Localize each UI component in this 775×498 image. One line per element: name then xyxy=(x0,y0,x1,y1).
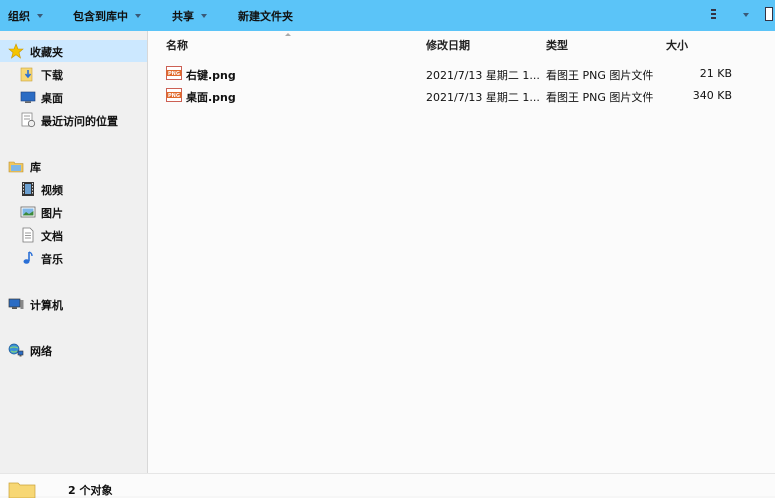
nav-item-documents[interactable]: 文档 xyxy=(0,224,147,246)
file-date: 2021/7/13 星期二 1... xyxy=(426,69,540,82)
file-name: 右键.png xyxy=(186,69,236,82)
sort-ascending-icon xyxy=(285,33,291,36)
new-folder-button[interactable]: 新建文件夹 xyxy=(238,0,293,31)
png-file-icon: PNG xyxy=(166,66,182,80)
chevron-down-icon xyxy=(201,13,207,18)
network-icon xyxy=(8,343,24,357)
svg-text:PNG: PNG xyxy=(168,71,180,77)
file-date: 2021/7/13 星期二 1... xyxy=(426,91,540,104)
include-in-library-label: 包含到库中 xyxy=(73,9,128,23)
folder-icon xyxy=(8,482,36,498)
new-folder-label: 新建文件夹 xyxy=(238,9,293,23)
videos-icon xyxy=(22,182,34,196)
nav-item-pictures[interactable]: 图片 xyxy=(0,201,147,223)
column-header-size[interactable]: 大小 xyxy=(666,37,688,53)
nav-item-recent-places[interactable]: 最近访问的位置 xyxy=(0,109,147,131)
preview-pane-icon[interactable] xyxy=(765,7,773,21)
music-note-icon xyxy=(23,251,33,264)
file-size: 340 KB xyxy=(692,89,732,102)
documents-icon xyxy=(22,227,34,243)
nav-label-music: 音乐 xyxy=(41,253,63,266)
share-button[interactable]: 共享 xyxy=(172,0,207,31)
view-options-chevron-icon[interactable] xyxy=(743,13,749,17)
nav-label-videos: 视频 xyxy=(41,184,63,197)
column-header-date-modified[interactable]: 修改日期 xyxy=(426,37,470,53)
item-count: 2 个对象 xyxy=(68,484,113,497)
png-file-icon: PNG xyxy=(166,88,182,102)
recent-places-icon xyxy=(21,112,36,128)
share-label: 共享 xyxy=(172,9,194,23)
file-size: 21 KB xyxy=(699,67,732,80)
nav-label-recent-places: 最近访问的位置 xyxy=(41,115,118,128)
file-name: 桌面.png xyxy=(186,91,236,104)
nav-label-network: 网络 xyxy=(30,345,52,358)
view-details-icon[interactable] xyxy=(711,9,725,20)
nav-label-libraries: 库 xyxy=(30,161,41,174)
pictures-icon xyxy=(20,206,36,218)
column-header-type[interactable]: 类型 xyxy=(546,37,568,53)
nav-item-favorites[interactable]: 收藏夹 xyxy=(0,40,147,62)
file-row[interactable]: PNG 右键.png 2021/7/13 星期二 1... 看图王 PNG 图片… xyxy=(148,62,775,84)
organize-label: 组织 xyxy=(8,9,30,23)
downloads-folder-icon xyxy=(20,67,33,82)
desktop-icon xyxy=(20,91,36,103)
nav-item-desktop[interactable]: 桌面 xyxy=(0,86,147,108)
file-list: 名称 修改日期 类型 大小 PNG 右键.png 2021/7/13 星期二 1… xyxy=(148,31,775,473)
computer-icon xyxy=(8,298,24,309)
command-bar: 组织 包含到库中 共享 新建文件夹 xyxy=(0,0,775,31)
file-type: 看图王 PNG 图片文件 xyxy=(546,69,654,82)
nav-item-libraries[interactable]: 库 xyxy=(0,155,147,177)
nav-label-downloads: 下载 xyxy=(41,69,63,82)
chevron-down-icon xyxy=(135,13,141,18)
file-type: 看图王 PNG 图片文件 xyxy=(546,91,654,104)
column-header-name[interactable]: 名称 xyxy=(166,37,188,53)
nav-label-documents: 文档 xyxy=(41,230,63,243)
star-icon xyxy=(8,43,24,59)
chevron-down-icon xyxy=(37,13,43,18)
libraries-icon xyxy=(8,161,24,173)
organize-button[interactable]: 组织 xyxy=(8,0,43,31)
svg-text:PNG: PNG xyxy=(168,93,180,99)
nav-item-downloads[interactable]: 下载 xyxy=(0,63,147,85)
nav-item-computer[interactable]: 计算机 xyxy=(0,293,147,315)
nav-item-network[interactable]: 网络 xyxy=(0,339,147,361)
include-in-library-button[interactable]: 包含到库中 xyxy=(73,0,141,31)
nav-item-videos[interactable]: 视频 xyxy=(0,178,147,200)
nav-label-favorites: 收藏夹 xyxy=(30,46,63,59)
nav-item-music[interactable]: 音乐 xyxy=(0,247,147,269)
nav-label-desktop: 桌面 xyxy=(41,92,63,105)
navigation-pane: 收藏夹 下载 桌面 最近访问的位置 库 视频 图片 文档 音乐 计算机 网络 xyxy=(0,31,148,473)
file-row[interactable]: PNG 桌面.png 2021/7/13 星期二 1... 看图王 PNG 图片… xyxy=(148,84,775,106)
status-bar: 2 个对象 xyxy=(0,473,775,498)
nav-label-computer: 计算机 xyxy=(30,299,63,312)
nav-label-pictures: 图片 xyxy=(41,207,63,220)
